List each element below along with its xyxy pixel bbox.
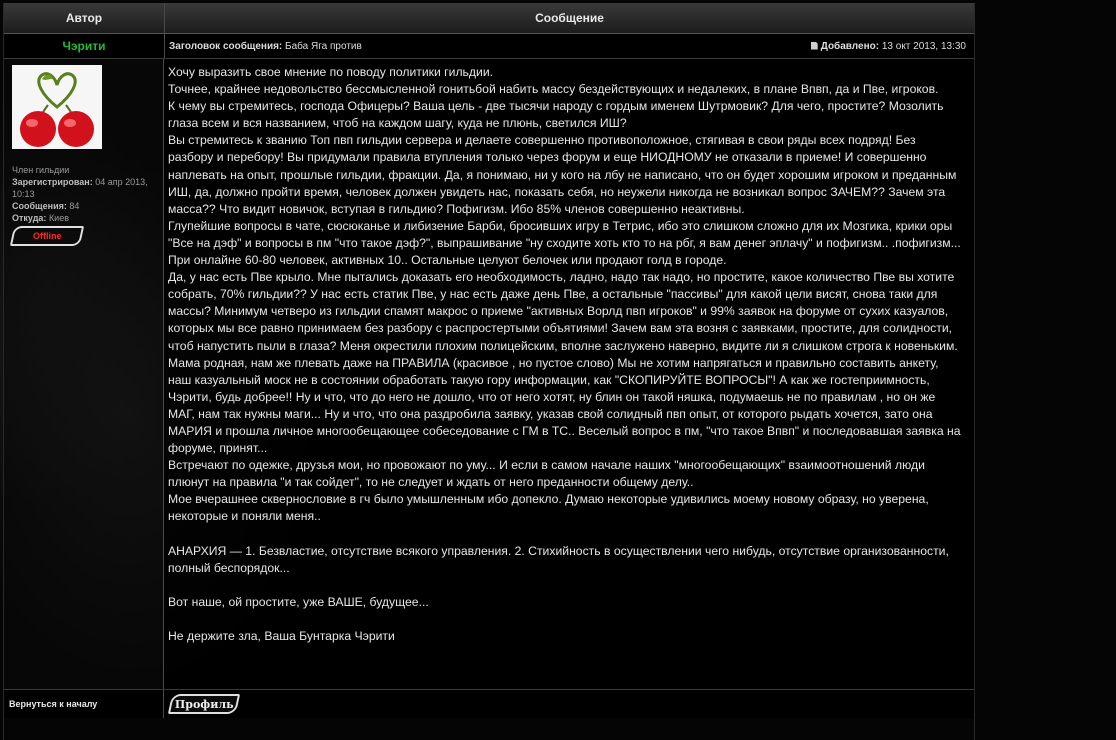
header-author: Автор <box>4 3 165 33</box>
registered-label: Зарегистрирован: <box>12 177 93 187</box>
post-link-icon[interactable] <box>810 41 818 50</box>
message-paragraph: К чему вы стремитесь, господа Офицеры? В… <box>168 99 944 131</box>
post-subject: Заголовок сообщения: Баба Яга против <box>169 41 362 52</box>
message-paragraph: АНАРХИЯ — 1. Безвластие, отсутствие всяк… <box>168 543 949 575</box>
message-paragraph: Точнее, крайнее недовольство бессмысленн… <box>168 82 939 97</box>
from-value: Киев <box>48 213 69 223</box>
user-rank: Член гильдии <box>12 165 70 175</box>
location-info: Откуда: Киев <box>12 212 152 224</box>
from-label: Откуда: <box>12 213 47 223</box>
subject-bar: Заголовок сообщения: Баба Яга против Доб… <box>165 34 974 58</box>
cherry-heart-icon <box>12 65 102 149</box>
post-footer-row: Вернуться к началу Профиль <box>4 690 974 718</box>
profile-button[interactable]: Профиль <box>167 694 241 714</box>
table-header: Автор Сообщение <box>4 3 974 34</box>
post-date: Добавлено: 13 окт 2013, 13:30 <box>810 40 966 52</box>
post-title-row: Чэрити Заголовок сообщения: Баба Яга про… <box>4 34 974 59</box>
post-body-row: Член гильдии Зарегистрирован: 04 апр 201… <box>4 59 974 690</box>
back-to-top-link[interactable]: Вернуться к началу <box>9 699 97 709</box>
message-paragraph: Вот наше, ой простите, уже ВАШЕ, будущее… <box>168 594 429 609</box>
avatar <box>12 65 102 149</box>
author-name[interactable]: Чэрити <box>62 39 105 53</box>
message-paragraph: Встречают по одежке, друзья мои, но пров… <box>168 458 925 490</box>
message-paragraph: Вы стремитесь к званию Топ пвп гильдии с… <box>168 133 957 216</box>
offline-status-badge: Offline <box>9 226 85 246</box>
posts-label: Сообщения: <box>12 201 67 211</box>
message-signature: Не держите зла, Ваша Бунтарка Чэрити <box>168 628 395 643</box>
header-message: Сообщение <box>535 11 604 25</box>
subject-text: Баба Яга против <box>285 40 362 52</box>
footer-actions: Профиль <box>164 690 974 718</box>
message-paragraph: Мое вчерашнее сквернословие в гч было ум… <box>168 492 929 524</box>
added-label: Добавлено: <box>820 40 880 52</box>
subject-label: Заголовок сообщения: <box>169 40 283 52</box>
message-paragraph: Глупейшие вопросы в чате, сюсюканье и ли… <box>168 218 961 268</box>
profile-button-label: Профиль <box>174 697 234 711</box>
message-paragraph: Хочу выразить свое мнение по поводу поли… <box>168 65 494 79</box>
added-date: 13 окт 2013, 13:30 <box>881 40 966 52</box>
author-cell: Чэрити <box>4 34 165 58</box>
page: Автор Сообщение Чэрити Заголовок сообщен… <box>0 0 1116 740</box>
posts-count: 84 <box>69 201 80 211</box>
status-text: Offline <box>32 231 62 241</box>
registered-info: Зарегистрирован: 04 апр 2013, 10:13 <box>12 176 152 200</box>
footer-author-cell: Вернуться к началу <box>4 690 164 718</box>
posts-info: Сообщения: 84 <box>12 200 152 212</box>
post-message: Хочу выразить свое мнение по поводу поли… <box>164 59 974 689</box>
forum-post-table: Автор Сообщение Чэрити Заголовок сообщен… <box>3 3 975 740</box>
author-profile: Член гильдии Зарегистрирован: 04 апр 201… <box>4 59 164 689</box>
message-paragraph: Да, у нас есть Пве крыло. Мне пытались д… <box>168 270 961 456</box>
